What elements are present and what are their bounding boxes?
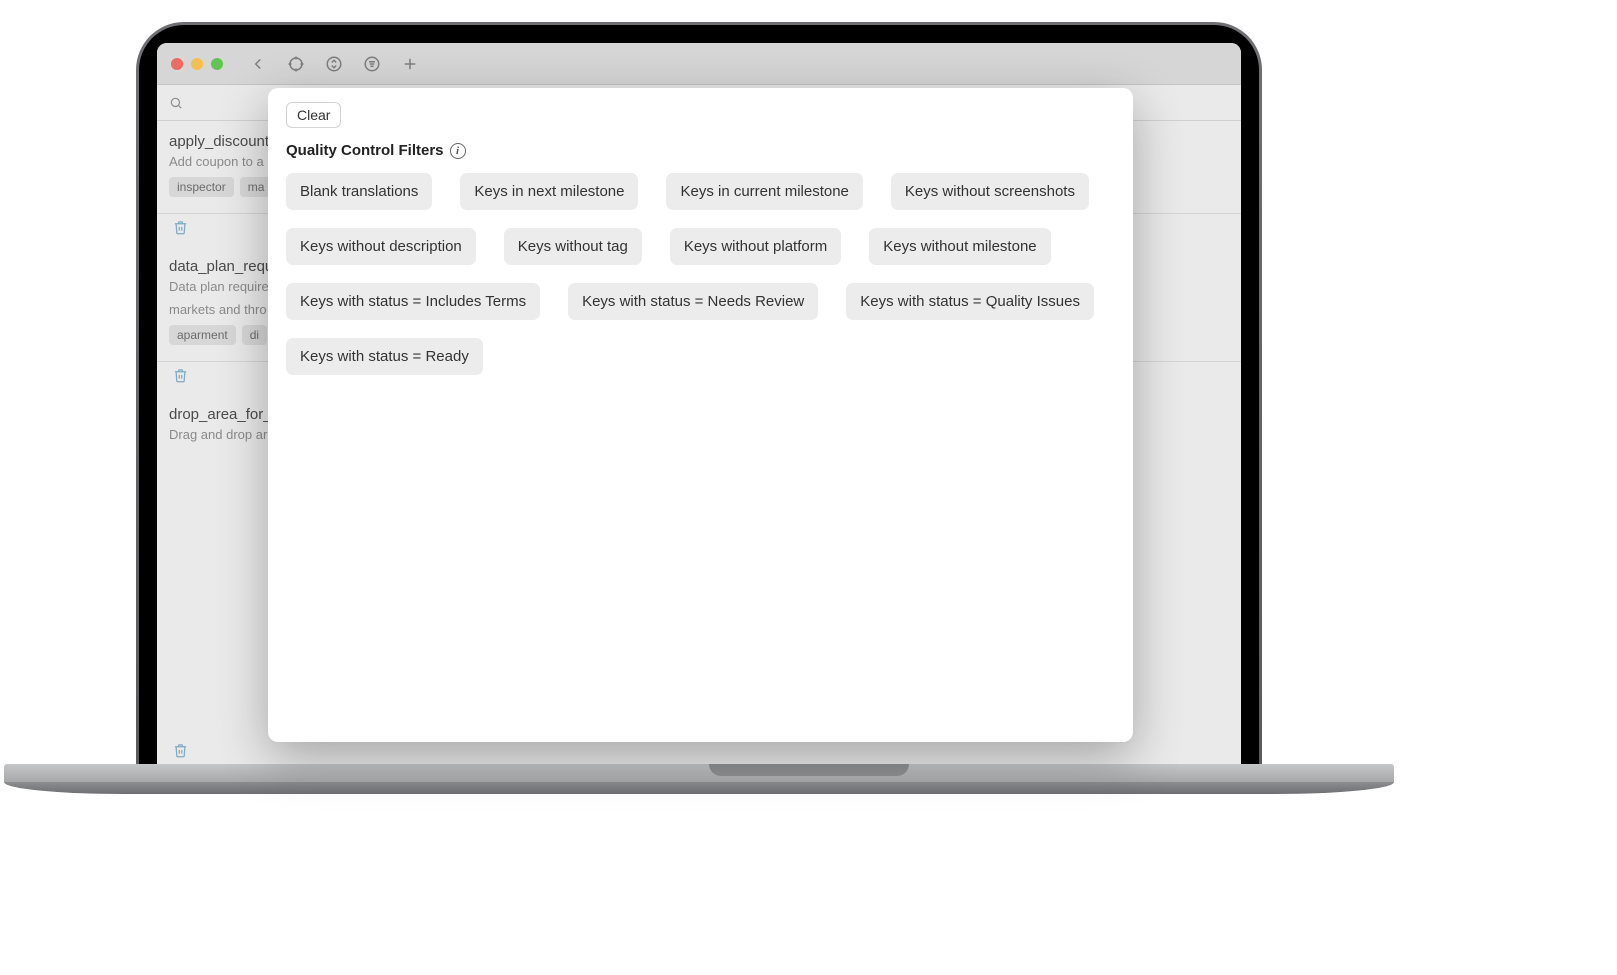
close-dot[interactable] <box>171 58 183 70</box>
filter-chip-status-needs-review[interactable]: Keys with status = Needs Review <box>568 283 818 320</box>
back-icon[interactable] <box>243 51 273 77</box>
filter-chip-next-milestone[interactable]: Keys in next milestone <box>460 173 638 210</box>
minimize-dot[interactable] <box>191 58 203 70</box>
trash-icon[interactable] <box>173 368 188 383</box>
search-icon <box>169 96 183 110</box>
heading-label: Quality Control Filters <box>286 142 444 159</box>
trash-icon[interactable] <box>173 743 188 758</box>
filter-chip-no-description[interactable]: Keys without description <box>286 228 476 265</box>
filter-chip-current-milestone[interactable]: Keys in current milestone <box>666 173 862 210</box>
laptop-notch <box>709 764 909 776</box>
filter-chip-no-milestone[interactable]: Keys without milestone <box>869 228 1050 265</box>
filter-chip-status-ready[interactable]: Keys with status = Ready <box>286 338 483 375</box>
add-icon[interactable] <box>395 51 425 77</box>
filter-group: Blank translations Keys in next mileston… <box>286 173 1115 375</box>
clear-button[interactable]: Clear <box>286 102 341 128</box>
zoom-dot[interactable] <box>211 58 223 70</box>
sort-icon[interactable] <box>319 51 349 77</box>
target-icon[interactable] <box>281 51 311 77</box>
filter-modal: Clear Quality Control Filters i Blank tr… <box>268 88 1133 742</box>
trash-icon[interactable] <box>173 220 188 235</box>
info-icon[interactable]: i <box>450 143 466 159</box>
toolbar <box>157 43 1241 85</box>
traffic-lights <box>171 58 223 70</box>
tag[interactable]: di <box>242 325 267 345</box>
filter-chip-no-screenshots[interactable]: Keys without screenshots <box>891 173 1089 210</box>
filter-chip-no-tag[interactable]: Keys without tag <box>504 228 642 265</box>
filter-icon[interactable] <box>357 51 387 77</box>
section-heading: Quality Control Filters i <box>286 142 466 159</box>
filter-chip-blank-translations[interactable]: Blank translations <box>286 173 432 210</box>
tag[interactable]: aparment <box>169 325 236 345</box>
laptop-base <box>4 764 1394 782</box>
filter-chip-status-quality-issues[interactable]: Keys with status = Quality Issues <box>846 283 1094 320</box>
tag[interactable]: inspector <box>169 177 234 197</box>
laptop-base-edge <box>4 782 1394 794</box>
filter-chip-status-includes-terms[interactable]: Keys with status = Includes Terms <box>286 283 540 320</box>
filter-chip-no-platform[interactable]: Keys without platform <box>670 228 841 265</box>
